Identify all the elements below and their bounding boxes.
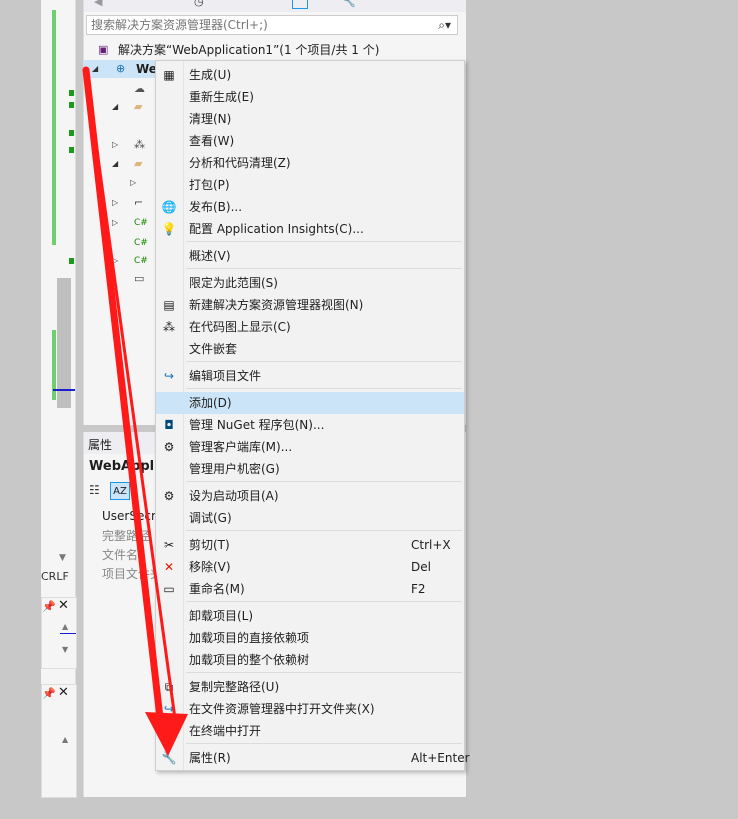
annotation-arrow-head — [145, 712, 188, 756]
annotation-arrow-shaft — [84, 69, 178, 727]
annotation-arrow-shaft — [82, 66, 164, 722]
annotation-arrow — [82, 66, 188, 756]
